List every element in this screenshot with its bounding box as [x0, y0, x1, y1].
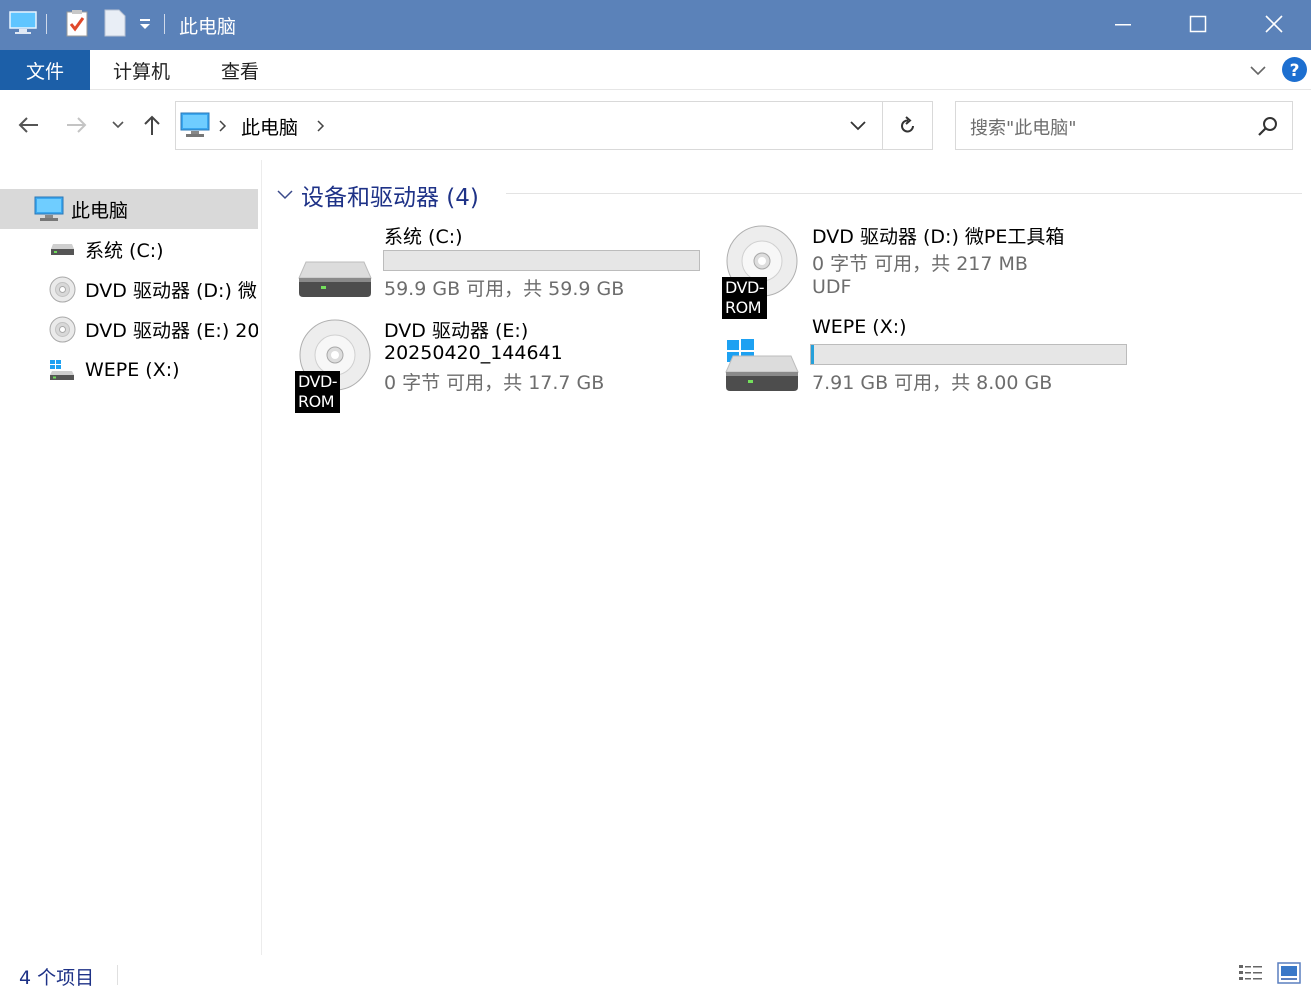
svg-text:?: ? [1290, 61, 1300, 81]
navigation-pane: 此电脑 系统 (C:) DVD 驱动器 (D:) 微PE工具箱 DVD 驱动器 … [0, 160, 262, 955]
drive-free-space: 59.9 GB 可用，共 59.9 GB [384, 278, 625, 300]
dvd-rom-badge: DVD-ROM [295, 371, 341, 413]
windows-drive-icon [725, 338, 799, 396]
search-icon[interactable] [1257, 115, 1279, 141]
sidebar-item-label: DVD 驱动器 (D:) 微PE工具箱 [85, 279, 258, 302]
status-bar: 4 个项目 [0, 955, 1311, 994]
sidebar-item-label: WEPE (X:) [85, 359, 180, 381]
customize-toolbar-icon[interactable] [138, 16, 152, 35]
group-title: 设备和驱动器 (4) [301, 185, 479, 211]
drive-name: DVD 驱动器 (D:) 微PE工具箱 [812, 226, 1065, 248]
drive-name: 系统 (C:) [384, 226, 463, 248]
sidebar-item-wepe-x[interactable]: WEPE (X:) [0, 350, 258, 390]
capacity-bar [383, 250, 700, 271]
refresh-button[interactable] [883, 101, 933, 150]
group-divider [506, 193, 1302, 194]
sidebar-item-this-pc[interactable]: 此电脑 [0, 189, 258, 229]
capacity-bar-fill [811, 345, 815, 364]
status-divider [117, 965, 118, 985]
group-header[interactable]: 设备和驱动器 (4) [276, 178, 479, 212]
drive-free-space: 0 字节 可用，共 217 MB [812, 253, 1028, 275]
window-title: 此电脑 [179, 16, 237, 38]
recent-locations-button[interactable] [102, 108, 134, 142]
title-bar: 此电脑 [0, 0, 1311, 50]
tab-file[interactable]: 文件 [0, 50, 90, 90]
back-button[interactable] [12, 108, 44, 142]
computer-icon [9, 11, 37, 39]
computer-icon [34, 196, 64, 222]
tab-computer[interactable]: 计算机 [113, 50, 170, 90]
properties-icon[interactable] [66, 9, 88, 41]
ribbon-tabs: 文件 计算机 查看 ? [0, 50, 1311, 90]
sidebar-item-label: DVD 驱动器 (E:) 20250420_144641 [85, 319, 258, 342]
item-count: 4 个项目 [19, 967, 95, 989]
expand-ribbon-icon[interactable] [1249, 62, 1267, 81]
breadcrumb-chevron-icon[interactable] [218, 118, 228, 137]
details-view-icon[interactable] [1238, 963, 1264, 987]
drive-label: 20250420_144641 [384, 342, 563, 364]
sidebar-item-dvd-e[interactable]: DVD 驱动器 (E:) 20250420_144641 [0, 309, 258, 349]
sidebar-item-label: 此电脑 [71, 199, 129, 222]
drive-icon [50, 242, 75, 256]
help-icon[interactable]: ? [1281, 56, 1308, 87]
sidebar-item-drive-c[interactable]: 系统 (C:) [0, 229, 258, 269]
computer-icon [180, 112, 210, 142]
tab-view[interactable]: 查看 [221, 50, 259, 90]
drive-name: WEPE (X:) [812, 316, 907, 338]
breadcrumb-item[interactable]: 此电脑 [241, 113, 298, 140]
hard-drive-icon [298, 258, 372, 302]
dvd-rom-badge: DVD-ROM [722, 277, 768, 319]
up-button[interactable] [136, 108, 168, 142]
search-box[interactable]: 搜索"此电脑" [955, 101, 1293, 150]
drive-name: DVD 驱动器 (E:) [384, 320, 529, 342]
minimize-button[interactable] [1085, 0, 1160, 48]
disc-icon [49, 316, 76, 343]
drive-filesystem: UDF [812, 276, 852, 298]
capacity-bar [810, 344, 1127, 365]
close-button[interactable] [1236, 0, 1311, 48]
maximize-button[interactable] [1160, 0, 1235, 48]
search-input[interactable]: 搜索"此电脑" [970, 114, 1077, 140]
address-history-button[interactable] [834, 101, 882, 150]
forward-button[interactable] [61, 108, 93, 142]
sidebar-item-label: 系统 (C:) [85, 239, 164, 262]
drive-free-space: 0 字节 可用，共 17.7 GB [384, 372, 605, 394]
new-folder-icon[interactable] [104, 9, 126, 41]
large-icons-view-icon[interactable] [1277, 962, 1301, 988]
chevron-down-icon[interactable] [276, 189, 294, 201]
disc-icon [49, 276, 76, 303]
sidebar-item-dvd-d[interactable]: DVD 驱动器 (D:) 微PE工具箱 [0, 269, 258, 309]
address-bar[interactable]: 此电脑 [175, 101, 883, 150]
windows-drive-icon [49, 359, 75, 381]
breadcrumb-chevron-icon[interactable] [316, 118, 326, 137]
drive-free-space: 7.91 GB 可用，共 8.00 GB [812, 372, 1053, 394]
